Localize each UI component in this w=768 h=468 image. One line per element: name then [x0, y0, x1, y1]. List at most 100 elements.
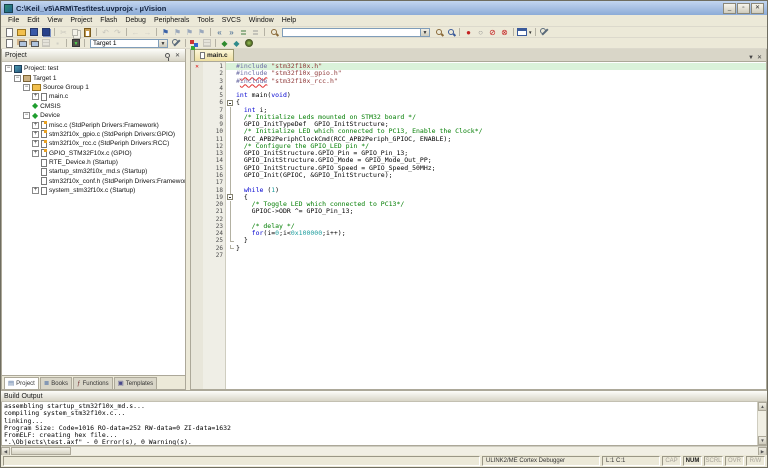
tree-item[interactable]: stm32f10x_conf.h (StdPeriph Drivers:Fram…: [2, 177, 185, 186]
find-button[interactable]: [433, 27, 444, 37]
incremental-find-button[interactable]: [445, 27, 456, 37]
indent-right-button[interactable]: »: [226, 27, 237, 37]
tree-item[interactable]: +stm32f10x_rcc.c (StdPeriph Drivers:RCC): [2, 139, 185, 148]
tree-expander-icon[interactable]: −: [23, 84, 30, 91]
tree-item[interactable]: +misc.c (StdPeriph Drivers:Framework): [2, 120, 185, 129]
close-button[interactable]: ✕: [751, 3, 764, 14]
tree-expander-icon[interactable]: +: [32, 93, 39, 100]
menu-tools[interactable]: Tools: [193, 17, 217, 24]
rebuild-all-target-files-button[interactable]: [28, 38, 39, 48]
clear-all-bookmarks-button[interactable]: ⚑: [196, 27, 207, 37]
tree-expander-icon[interactable]: −: [14, 75, 21, 82]
tree-item[interactable]: RTE_Device.h (Startup): [2, 158, 185, 167]
build-output-panel[interactable]: assembling startup_stm32f10x_md.s...comp…: [1, 402, 767, 446]
menu-project[interactable]: Project: [66, 17, 96, 24]
build-button[interactable]: [16, 38, 27, 48]
tree-item[interactable]: +system_stm32f10x.c (Startup): [2, 186, 185, 195]
close-document-icon[interactable]: ✕: [757, 54, 762, 61]
fold-collapse-icon[interactable]: [227, 100, 233, 106]
go-to-previous-bookmark-button[interactable]: ⚑: [184, 27, 195, 37]
build-output-vscrollbar[interactable]: ▲ ▼: [757, 402, 766, 445]
comment-selection-button[interactable]: ≣: [238, 27, 249, 37]
tree-expander-icon[interactable]: +: [32, 187, 39, 194]
find-in-files-button[interactable]: [268, 27, 279, 37]
target-select[interactable]: Target 1 ▼: [90, 39, 168, 48]
tree-item[interactable]: ◆CMSIS: [2, 102, 185, 111]
insert-remove-bookmark-button[interactable]: ⚑: [160, 27, 171, 37]
menu-help[interactable]: Help: [278, 17, 300, 24]
tree-item[interactable]: +stm32f10x_gpio.c (StdPeriph Drivers:GPI…: [2, 130, 185, 139]
navigate-back-button[interactable]: ←: [130, 27, 141, 37]
download-to-flash-button[interactable]: [70, 38, 81, 48]
code-editor[interactable]: ✕1#include "stm32f10x.h"2#include "stm32…: [191, 62, 766, 389]
new-file-button[interactable]: [4, 27, 15, 37]
save-all-button[interactable]: [40, 27, 51, 37]
navigate-forward-button[interactable]: →: [142, 27, 153, 37]
scroll-down-icon[interactable]: ▼: [758, 436, 767, 445]
menu-file[interactable]: File: [4, 17, 23, 24]
tree-item[interactable]: −Project: test: [2, 64, 185, 73]
menu-edit[interactable]: Edit: [23, 17, 43, 24]
menu-flash[interactable]: Flash: [96, 17, 121, 24]
translate-file-button[interactable]: [4, 38, 15, 48]
tab-main-c[interactable]: main.c: [194, 49, 234, 61]
uncomment-selection-button[interactable]: ≣: [250, 27, 261, 37]
tree-expander-icon[interactable]: −: [23, 112, 30, 119]
stop-build-button[interactable]: ▪: [52, 38, 63, 48]
hscroll-thumb[interactable]: [11, 447, 71, 455]
disable-all-breakpoints-button[interactable]: ⊗: [499, 27, 510, 37]
select-software-packs-button[interactable]: ◆: [231, 38, 242, 48]
panel-tab-templates[interactable]: ▣Templates: [114, 377, 158, 389]
tree-expander-icon[interactable]: −: [5, 65, 12, 72]
fold-margin[interactable]: [226, 194, 236, 201]
menu-peripherals[interactable]: Peripherals: [150, 17, 193, 24]
paste-button[interactable]: [82, 27, 93, 37]
fold-collapse-icon[interactable]: [227, 194, 233, 200]
fold-margin[interactable]: [226, 99, 236, 106]
manage-project-items-button[interactable]: [189, 38, 200, 48]
indent-left-button[interactable]: «: [214, 27, 225, 37]
save-button[interactable]: [28, 27, 39, 37]
maximize-button[interactable]: ▫: [737, 3, 750, 14]
document-list-dropdown-icon[interactable]: ▼: [748, 55, 754, 61]
pack-installer-button[interactable]: [243, 38, 254, 48]
panel-tab-project[interactable]: ▤Project: [4, 377, 39, 389]
options-for-target-button[interactable]: [171, 38, 182, 48]
tree-item[interactable]: −Source Group 1: [2, 83, 185, 92]
tree-item[interactable]: startup_stm32f10x_md.s (Startup): [2, 167, 185, 176]
menu-window[interactable]: Window: [245, 17, 278, 24]
tree-item[interactable]: +GPIO_STM32F10x.c (GPIO): [2, 149, 185, 158]
search-dropdown-icon[interactable]: ▼: [420, 29, 429, 36]
menu-debug[interactable]: Debug: [121, 17, 150, 24]
enable-disable-breakpoint-button[interactable]: ⊘: [487, 27, 498, 37]
tree-item[interactable]: −Target 1: [2, 73, 185, 82]
minimize-button[interactable]: _: [723, 3, 736, 14]
undo-button[interactable]: ↶: [100, 27, 111, 37]
menu-svcs[interactable]: SVCS: [218, 17, 245, 24]
tree-item[interactable]: −◆Device: [2, 111, 185, 120]
tree-expander-icon[interactable]: +: [32, 131, 39, 138]
go-to-next-bookmark-button[interactable]: ⚑: [172, 27, 183, 37]
manage-run-time-environment-button[interactable]: ◆: [219, 38, 230, 48]
menu-view[interactable]: View: [43, 17, 66, 24]
open-file-button[interactable]: [16, 27, 27, 37]
debug-restore-views-button[interactable]: ▼: [517, 27, 532, 37]
tree-expander-icon[interactable]: +: [32, 140, 39, 147]
tree-expander-icon[interactable]: +: [32, 122, 39, 129]
build-output-hscrollbar[interactable]: ◀ ▶: [1, 446, 767, 455]
panel-tab-books[interactable]: ≣Books: [40, 377, 72, 389]
redo-button[interactable]: ↷: [112, 27, 123, 37]
file-extensions-books-environments-button[interactable]: [201, 38, 212, 48]
panel-tab-functions[interactable]: ƒFunctions: [73, 377, 113, 389]
auto-hide-pin-icon[interactable]: [165, 53, 170, 58]
scroll-up-icon[interactable]: ▲: [758, 402, 767, 411]
tree-expander-icon[interactable]: +: [32, 150, 39, 157]
cut-button[interactable]: ✂: [58, 27, 69, 37]
kill-all-breakpoints-button[interactable]: ○: [475, 27, 486, 37]
insert-remove-breakpoint-button[interactable]: ●: [463, 27, 474, 37]
configure-button[interactable]: [539, 27, 550, 37]
close-panel-icon[interactable]: ✕: [173, 52, 182, 59]
search-input[interactable]: [283, 29, 420, 36]
batch-build-button[interactable]: [40, 38, 51, 48]
tree-item[interactable]: +main.c: [2, 92, 185, 101]
